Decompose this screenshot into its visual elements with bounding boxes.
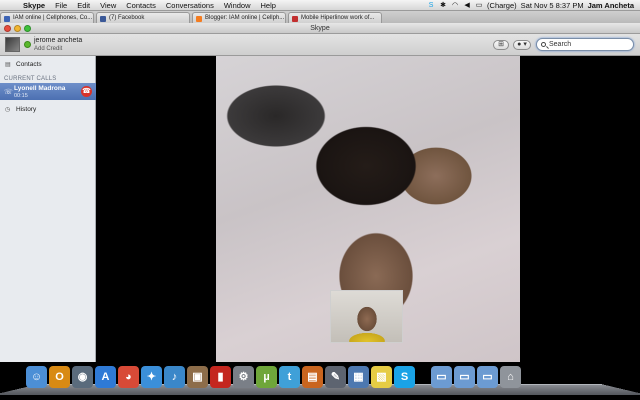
menu-edit[interactable]: Edit	[72, 1, 95, 10]
window-controls	[4, 25, 31, 32]
keynote-icon[interactable]: ▤	[302, 366, 323, 388]
view-toggle-button[interactable]: ⊞	[493, 40, 509, 50]
online-status-icon[interactable]	[24, 41, 31, 48]
menu-bar: Skype File Edit View Contacts Conversati…	[0, 0, 640, 11]
desktop: Skype File Edit View Contacts Conversati…	[0, 0, 640, 400]
browser-tab[interactable]: Blogger: IAM online | Cellph...	[192, 12, 286, 23]
contacts-icon: ▤	[5, 62, 11, 68]
sidebar: ▤ Contacts CURRENT CALLS ☏ Lyonell Madro…	[0, 56, 96, 362]
stickies-icon[interactable]: ▧	[371, 366, 392, 388]
sidebar-item-label: History	[16, 106, 37, 113]
sidebar-item-label: Contacts	[16, 61, 42, 68]
documents-icon[interactable]: ▭	[454, 366, 475, 388]
browser-tab[interactable]: Mobile Hiperlinow work of...	[288, 12, 382, 23]
opera-icon[interactable]: O	[49, 366, 70, 388]
call-duration: 00:15	[14, 93, 28, 99]
browser-tab[interactable]: IAM online | Cellphones, Co...	[0, 12, 94, 23]
skype-toolbar: jerome ancheta Add Credit ⊞ ● ▾ Search	[0, 34, 640, 56]
menu-conversations[interactable]: Conversations	[161, 1, 219, 10]
iphoto-icon[interactable]: ▣	[187, 366, 208, 388]
browser-tab[interactable]: (7) Facebook	[96, 12, 190, 23]
sidebar-item-history[interactable]: ◷ History	[0, 103, 96, 117]
search-input[interactable]: Search	[536, 38, 634, 51]
preview-icon[interactable]: ▦	[348, 366, 369, 388]
self-video-preview[interactable]	[330, 290, 403, 343]
finder-icon[interactable]: ☺	[26, 366, 47, 388]
app-store-icon[interactable]: A	[95, 366, 116, 388]
twitter-icon[interactable]: t	[279, 366, 300, 388]
status-tray: S ✱ ◠ ◀ ▭ (Charge) Sat Nov 5 8:37 PM Jam…	[427, 1, 640, 10]
window-title: Skype	[310, 25, 330, 32]
current-calls-heading: CURRENT CALLS	[4, 76, 57, 82]
menu-contacts[interactable]: Contacts	[121, 1, 161, 10]
add-credit-link[interactable]: Add Credit	[34, 46, 62, 52]
user-name[interactable]: Jam Ancheta	[588, 1, 634, 10]
sidebar-item-contacts[interactable]: ▤ Contacts	[0, 58, 96, 72]
applications-icon[interactable]: ▭	[431, 366, 452, 388]
search-placeholder: Search	[549, 41, 572, 48]
system-prefs-icon[interactable]: ⚙	[233, 366, 254, 388]
bluetooth-icon[interactable]: ✱	[439, 2, 447, 9]
chrome-icon[interactable]: ◕	[118, 366, 139, 388]
minimize-button[interactable]	[14, 25, 21, 32]
phone-icon: ☏	[4, 89, 13, 96]
history-icon: ◷	[5, 107, 11, 113]
volume-icon[interactable]: ◀	[463, 2, 471, 9]
close-button[interactable]	[4, 25, 11, 32]
menu-file[interactable]: File	[50, 1, 72, 10]
instruments-icon[interactable]: ✎	[325, 366, 346, 388]
hang-up-button[interactable]: ☎	[81, 86, 92, 97]
screenshot-icon[interactable]: ◉	[72, 366, 93, 388]
menu-help[interactable]: Help	[256, 1, 281, 10]
trash-icon[interactable]: ⌂	[500, 366, 521, 388]
zoom-button[interactable]	[24, 25, 31, 32]
current-call-item[interactable]: ☏ Lyonell Madrona 00:15 ☎	[0, 83, 96, 100]
menu-window[interactable]: Window	[219, 1, 256, 10]
search-icon	[541, 42, 546, 47]
avatar[interactable]	[5, 37, 20, 52]
video-call-area[interactable]	[96, 56, 640, 362]
downloads-icon[interactable]: ▭	[477, 366, 498, 388]
safari-icon[interactable]: ✦	[141, 366, 162, 388]
menu-skype[interactable]: Skype	[18, 1, 50, 10]
wifi-icon[interactable]: ◠	[451, 2, 459, 9]
utorrent-icon[interactable]: µ	[256, 366, 277, 388]
menu-view[interactable]: View	[95, 1, 121, 10]
status-menu-button[interactable]: ● ▾	[513, 40, 531, 50]
battery-icon[interactable]: ▭	[475, 2, 483, 9]
skype-icon[interactable]: S	[394, 366, 415, 388]
caller-name: Lyonell Madrona	[14, 85, 66, 92]
dock: ☺ O ◉ A ◕ ✦ ♪ ▣ ▮ ⚙ µ t ▤ ✎ ▦ ▧ S ▭ ▭ ▭ ⌂	[0, 362, 640, 400]
dock-icons: ☺ O ◉ A ◕ ✦ ♪ ▣ ▮ ⚙ µ t ▤ ✎ ▦ ▧ S ▭ ▭ ▭ ⌂	[26, 366, 521, 388]
background-browser-tabs: IAM online | Cellphones, Co... (7) Faceb…	[0, 11, 640, 23]
profile-name[interactable]: jerome ancheta	[34, 37, 82, 44]
window-title-bar[interactable]: Skype	[0, 23, 640, 34]
clock[interactable]: Sat Nov 5 8:37 PM	[521, 1, 584, 10]
battery-status: (Charge)	[487, 0, 517, 10]
itunes-icon[interactable]: ♪	[164, 366, 185, 388]
photo-booth-icon[interactable]: ▮	[210, 366, 231, 388]
skype-status-icon[interactable]: S	[427, 2, 435, 9]
